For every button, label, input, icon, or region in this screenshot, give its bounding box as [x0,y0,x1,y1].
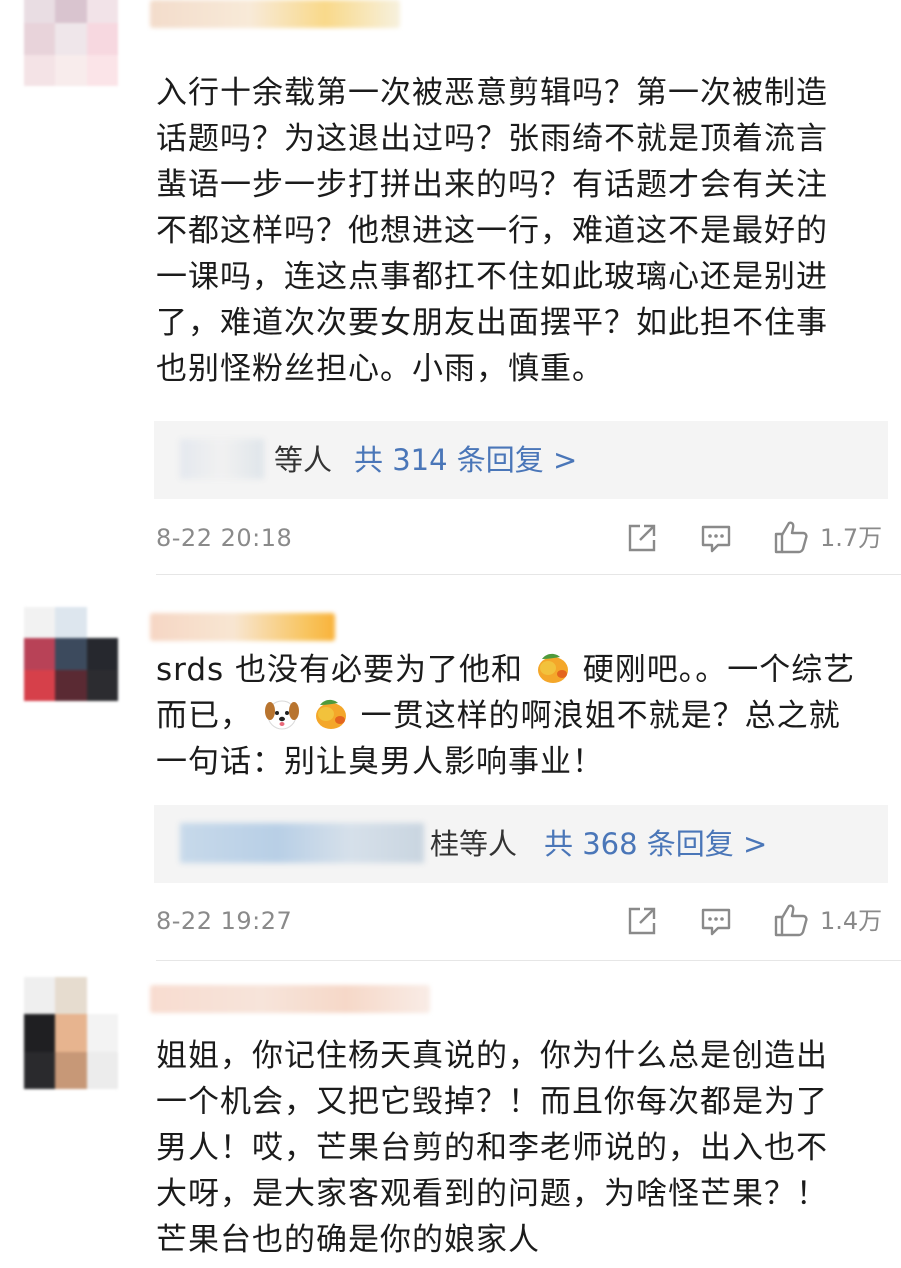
replies-summary[interactable]: 等人 共 314 条回复 > [154,421,888,499]
timestamp: 8-22 19:27 [156,907,293,935]
avatar[interactable] [24,607,118,701]
comment-icon[interactable] [698,520,734,556]
mango-emoji [312,695,350,733]
replier-names [180,823,424,863]
replies-who: 等人 [274,443,333,477]
username[interactable] [150,985,430,1013]
thumbs-up-icon[interactable] [772,901,810,939]
comment-item: srds 也没有必要为了他和 硬刚吧。。一个综艺 而已， 一贯这样的啊浪姐不就是… [0,575,901,960]
share-icon[interactable] [624,903,660,939]
mango-emoji [534,649,572,687]
dog-emoji [263,695,301,733]
comment-text: 入行十余载第一次被恶意剪辑吗？第一次被制造 话题吗？为这退出过吗？张雨绮不就是顶… [156,75,828,387]
comment-item: 姐姐，你记住杨天真说的，你为什么总是创造出 一个机会，又把它毁掉？！而且你每次都… [0,961,901,1268]
comment-meta: 8-22 20:18 1.7万 [156,518,886,558]
comment-text: 姐姐，你记住杨天真说的，你为什么总是创造出 一个机会，又把它毁掉？！而且你每次都… [156,1038,828,1258]
username[interactable] [150,0,400,28]
username[interactable] [150,613,335,641]
replies-summary[interactable]: 桂等人 共 368 条回复 > [154,805,888,883]
comment-text: srds 也没有必要为了他和 硬刚吧。。一个综艺 而已， 一贯这样的啊浪姐不就是… [156,647,876,785]
share-icon[interactable] [624,520,660,556]
timestamp: 8-22 20:18 [156,524,293,552]
replies-link[interactable]: 共 314 条回复 > [354,421,577,499]
replier-names [180,439,264,479]
avatar[interactable] [24,977,118,1089]
like-count: 1.4万 [820,907,883,935]
avatar[interactable] [24,0,118,86]
replies-link[interactable]: 共 368 条回复 > [544,805,767,883]
like-count: 1.7万 [820,524,883,552]
replies-who: 桂等人 [430,827,518,861]
comment-icon[interactable] [698,903,734,939]
comment-feed: 入行十余载第一次被恶意剪辑吗？第一次被制造 话题吗？为这退出过吗？张雨绮不就是顶… [0,0,901,1268]
comment-item: 入行十余载第一次被恶意剪辑吗？第一次被制造 话题吗？为这退出过吗？张雨绮不就是顶… [0,0,901,575]
thumbs-up-icon[interactable] [772,518,810,556]
comment-meta: 8-22 19:27 1.4万 [156,901,886,941]
